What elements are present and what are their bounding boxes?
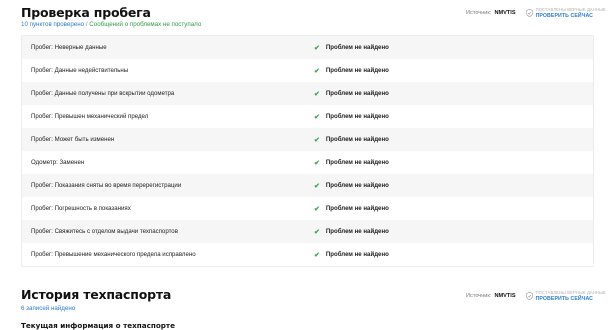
result-text: Проблем не найдено <box>325 182 389 189</box>
source-name: NMVTIS <box>494 293 516 299</box>
check-item-label: Пробег: Показания сняты во время перерег… <box>31 182 182 189</box>
mileage-status-text: Сообщений о проблемах не поступало <box>89 21 202 28</box>
check-result: ✔ Проблем не найдено <box>314 159 389 167</box>
check-item-label: Пробег: Превышен механический предел <box>31 113 149 120</box>
verify-link-text[interactable]: ПРОВЕРИТЬ СЕЙЧАС <box>536 13 606 19</box>
verify-now-link[interactable]: ПОСТАВЛЕНЫ ВЕРНЫЕ ДАННЫЕ ПРОВЕРИТЬ СЕЙЧА… <box>525 7 606 19</box>
check-icon: ✔ <box>314 136 320 144</box>
check-result: ✔ Проблем не найдено <box>314 67 389 75</box>
source-label: Источник: <box>466 10 492 16</box>
source-name: NMVTIS <box>494 10 516 16</box>
table-row: Пробег: Неверные данные ✔ Проблем не найде… <box>22 36 593 59</box>
check-item-label: Пробег: Может быть изменен <box>31 136 115 143</box>
verify-link-text[interactable]: ПРОВЕРИТЬ СЕЙЧАС <box>536 296 606 302</box>
check-item-label: Пробег: Превышение механического предела… <box>31 251 196 258</box>
check-icon: ✔ <box>314 67 320 75</box>
result-text: Проблем не найдено <box>325 67 389 74</box>
check-result: ✔ Проблем не найдено <box>314 90 389 98</box>
mileage-check-table: Пробег: Неверные данные ✔ Проблем не найде… <box>21 35 594 267</box>
check-icon: ✔ <box>314 44 320 52</box>
result-text: Проблем не найдено <box>325 113 389 120</box>
check-item-label: Пробег: Данные получены при вскрытии одо… <box>31 90 175 97</box>
result-text: Проблем не найдено <box>325 44 389 51</box>
current-title-info-heading: Текущая информация о техпаспорте <box>21 321 175 330</box>
result-text: Проблем не найдено <box>325 251 389 258</box>
mileage-checked-count: 10 пунктов проверено <box>21 21 85 28</box>
check-icon: ✔ <box>314 251 320 259</box>
check-item-label: Пробег: Погрешность в показаниях <box>31 205 131 212</box>
mileage-source: Источник: NMVTIS ПОСТАВЛЕНЫ ВЕРНЫЕ ДАННЫ… <box>466 7 606 19</box>
title-history-source: Источник: NMVTIS ПОСТАВЛЕНЫ ВЕРНЫЕ ДАННЫ… <box>466 290 606 302</box>
result-text: Проблем не найдено <box>325 205 389 212</box>
check-icon: ✔ <box>314 159 320 167</box>
table-row: Пробег: Может быть изменен ✔ Проблем не на… <box>22 128 593 151</box>
verify-now-link[interactable]: ПОСТАВЛЕНЫ ВЕРНЫЕ ДАННЫЕ ПРОВЕРИТЬ СЕЙЧА… <box>525 290 606 302</box>
table-row: Пробег: Данные получены при вскрытии одо… <box>22 82 593 105</box>
table-row: Пробег: Данные недействительны ✔ Проблем н… <box>22 59 593 82</box>
check-result: ✔ Проблем не найдено <box>314 44 389 52</box>
table-row: Пробег: Свяжитесь с отделом выдачи техпа… <box>22 220 593 243</box>
result-text: Проблем не найдено <box>325 159 389 166</box>
check-item-label: Пробег: Данные недействительны <box>31 67 129 74</box>
table-row: Пробег: Показания сняты во время перерег… <box>22 174 593 197</box>
check-result: ✔ Проблем не найдено <box>314 182 389 190</box>
table-row: Одометр: Заменен ✔ Проблем не найдено <box>22 151 593 174</box>
title-history-section-title: История техпаспорта <box>21 287 172 302</box>
table-row: Пробег: Превышен механический предел ✔ Про… <box>22 105 593 128</box>
result-text: Проблем не найдено <box>325 90 389 97</box>
source-label: Источник: <box>466 293 492 299</box>
check-item-label: Пробег: Неверные данные <box>31 44 107 51</box>
check-item-label: Одометр: Заменен <box>31 159 85 166</box>
check-item-label: Пробег: Свяжитесь с отделом выдачи техпа… <box>31 228 178 235</box>
check-result: ✔ Проблем не найдено <box>314 205 389 213</box>
check-icon: ✔ <box>314 182 320 190</box>
mileage-section-title: Проверка пробега <box>21 5 151 20</box>
check-result: ✔ Проблем не найдено <box>314 251 389 259</box>
summary-separator: / <box>85 21 88 28</box>
check-result: ✔ Проблем не найдено <box>314 228 389 236</box>
mileage-summary: 10 пунктов проверено / Сообщений о пробл… <box>21 21 201 28</box>
check-icon: ✔ <box>314 205 320 213</box>
table-row: Пробег: Превышение механического предела… <box>22 243 593 266</box>
check-result: ✔ Проблем не найдено <box>314 136 389 144</box>
check-result: ✔ Проблем не найдено <box>314 113 389 121</box>
check-icon: ✔ <box>314 90 320 98</box>
title-history-summary: 6 записей найдено <box>21 305 75 312</box>
shield-icon <box>525 9 533 17</box>
check-icon: ✔ <box>314 113 320 121</box>
shield-icon <box>525 292 533 300</box>
records-found-count: 6 записей найдено <box>21 305 76 312</box>
table-row: Пробег: Погрешность в показаниях ✔ Проблем… <box>22 197 593 220</box>
result-text: Проблем не найдено <box>325 136 389 143</box>
check-icon: ✔ <box>314 228 320 236</box>
result-text: Проблем не найдено <box>325 228 389 235</box>
